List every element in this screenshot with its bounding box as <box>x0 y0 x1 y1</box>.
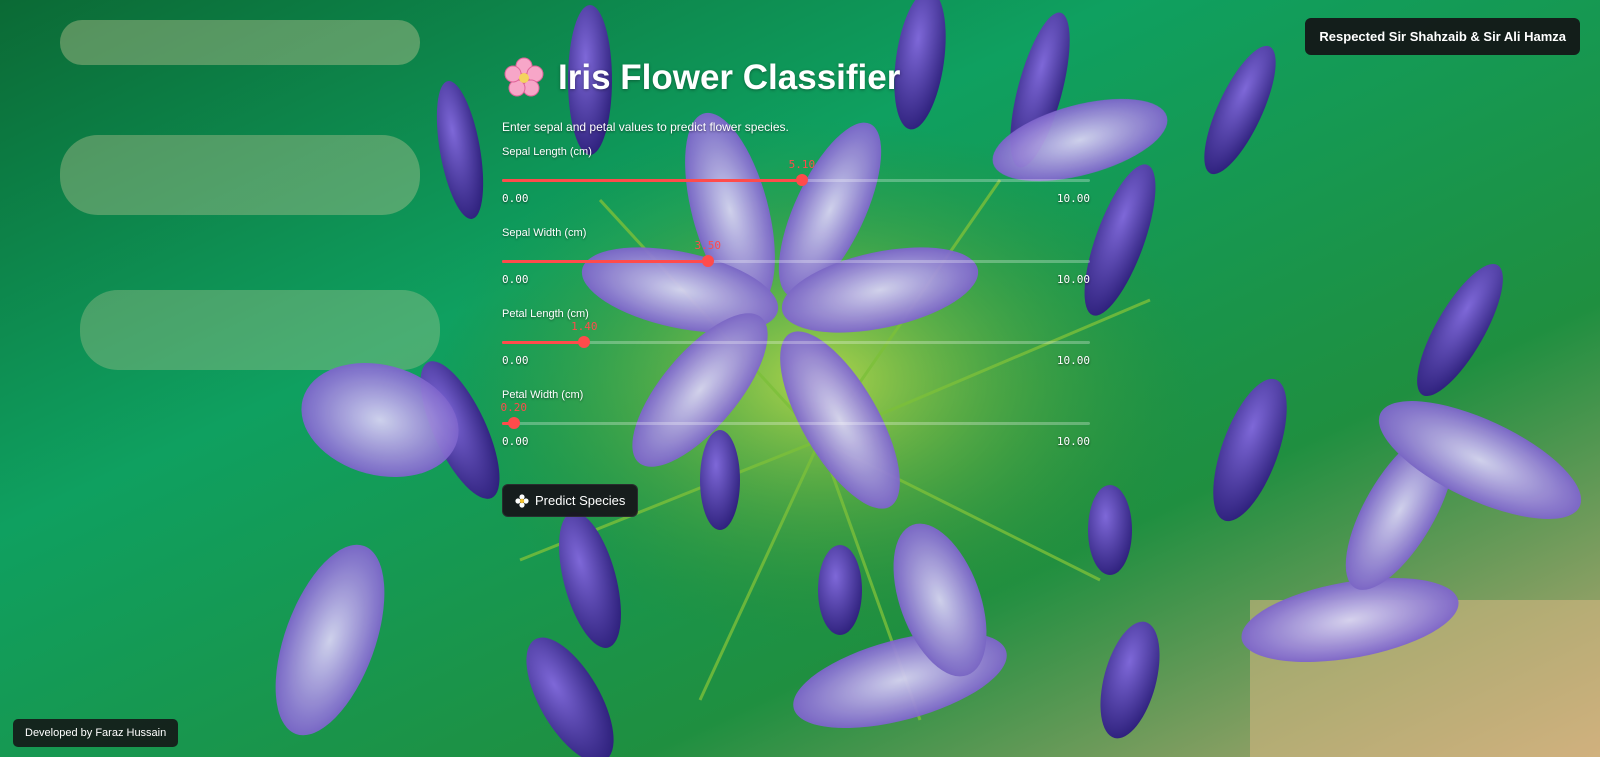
slider-thumb[interactable] <box>795 174 808 186</box>
slider-thumb[interactable] <box>507 417 520 429</box>
slider-min-label: 0.00 <box>502 192 529 205</box>
slider-label: Sepal Length (cm) <box>502 146 592 158</box>
flower-icon <box>515 493 529 508</box>
slider-sepal-width[interactable]: Sepal Width (cm) 3.50 0.00 10.00 <box>502 215 1092 296</box>
dedication-badge: Respected Sir Shahzaib & Sir Ali Hamza <box>1305 18 1580 55</box>
slider-value: 0.20 <box>500 401 528 414</box>
slider-min-label: 0.00 <box>502 273 529 286</box>
slider-petal-width[interactable]: Petal Width (cm) 0.20 0.00 10.00 <box>501 377 1092 458</box>
main-content: Iris Flower Classifier Enter sepal and p… <box>501 56 1092 517</box>
slider-sepal-length[interactable]: Sepal Length (cm) 5.10 0.00 10.00 <box>502 134 1092 215</box>
slider-label: Sepal Width (cm) <box>502 227 587 239</box>
slider-label: Petal Width (cm) <box>502 389 584 401</box>
slider-fill <box>502 260 708 263</box>
slider-fill <box>502 179 802 182</box>
slider-thumb[interactable] <box>578 336 591 348</box>
app-root: Respected Sir Shahzaib & Sir Ali Hamza I… <box>0 0 1600 757</box>
developer-credit-badge: Developed by Faraz Hussain <box>13 719 179 747</box>
slider-max-label: 10.00 <box>1056 192 1090 205</box>
predict-button-label: Predict Species <box>535 493 626 508</box>
slider-track[interactable]: 0.20 <box>501 401 1090 429</box>
cherry-blossom-icon <box>504 57 544 97</box>
slider-value: 5.10 <box>788 158 816 171</box>
slider-petal-length[interactable]: Petal Length (cm) 1.40 0.00 10.00 <box>502 296 1092 377</box>
slider-track[interactable]: 3.50 <box>502 239 1090 267</box>
slider-min-label: 0.00 <box>502 354 529 367</box>
slider-max-label: 10.00 <box>1056 354 1090 367</box>
slider-label: Petal Length (cm) <box>502 308 589 320</box>
slider-track[interactable]: 5.10 <box>502 158 1090 186</box>
slider-thumb[interactable] <box>701 255 714 267</box>
slider-track[interactable]: 1.40 <box>502 320 1090 348</box>
page-header: Iris Flower Classifier <box>502 56 1092 100</box>
slider-value: 1.40 <box>571 320 598 333</box>
slider-fill <box>502 341 585 344</box>
predict-species-button[interactable]: Predict Species <box>502 484 639 517</box>
slider-min-label: 0.00 <box>502 435 529 448</box>
page-title: Iris Flower Classifier <box>558 58 901 97</box>
page-subtitle: Enter sepal and petal values to predict … <box>502 120 789 134</box>
slider-max-label: 10.00 <box>1056 273 1090 286</box>
slider-value: 3.50 <box>694 239 722 252</box>
slider-max-label: 10.00 <box>1056 435 1090 448</box>
